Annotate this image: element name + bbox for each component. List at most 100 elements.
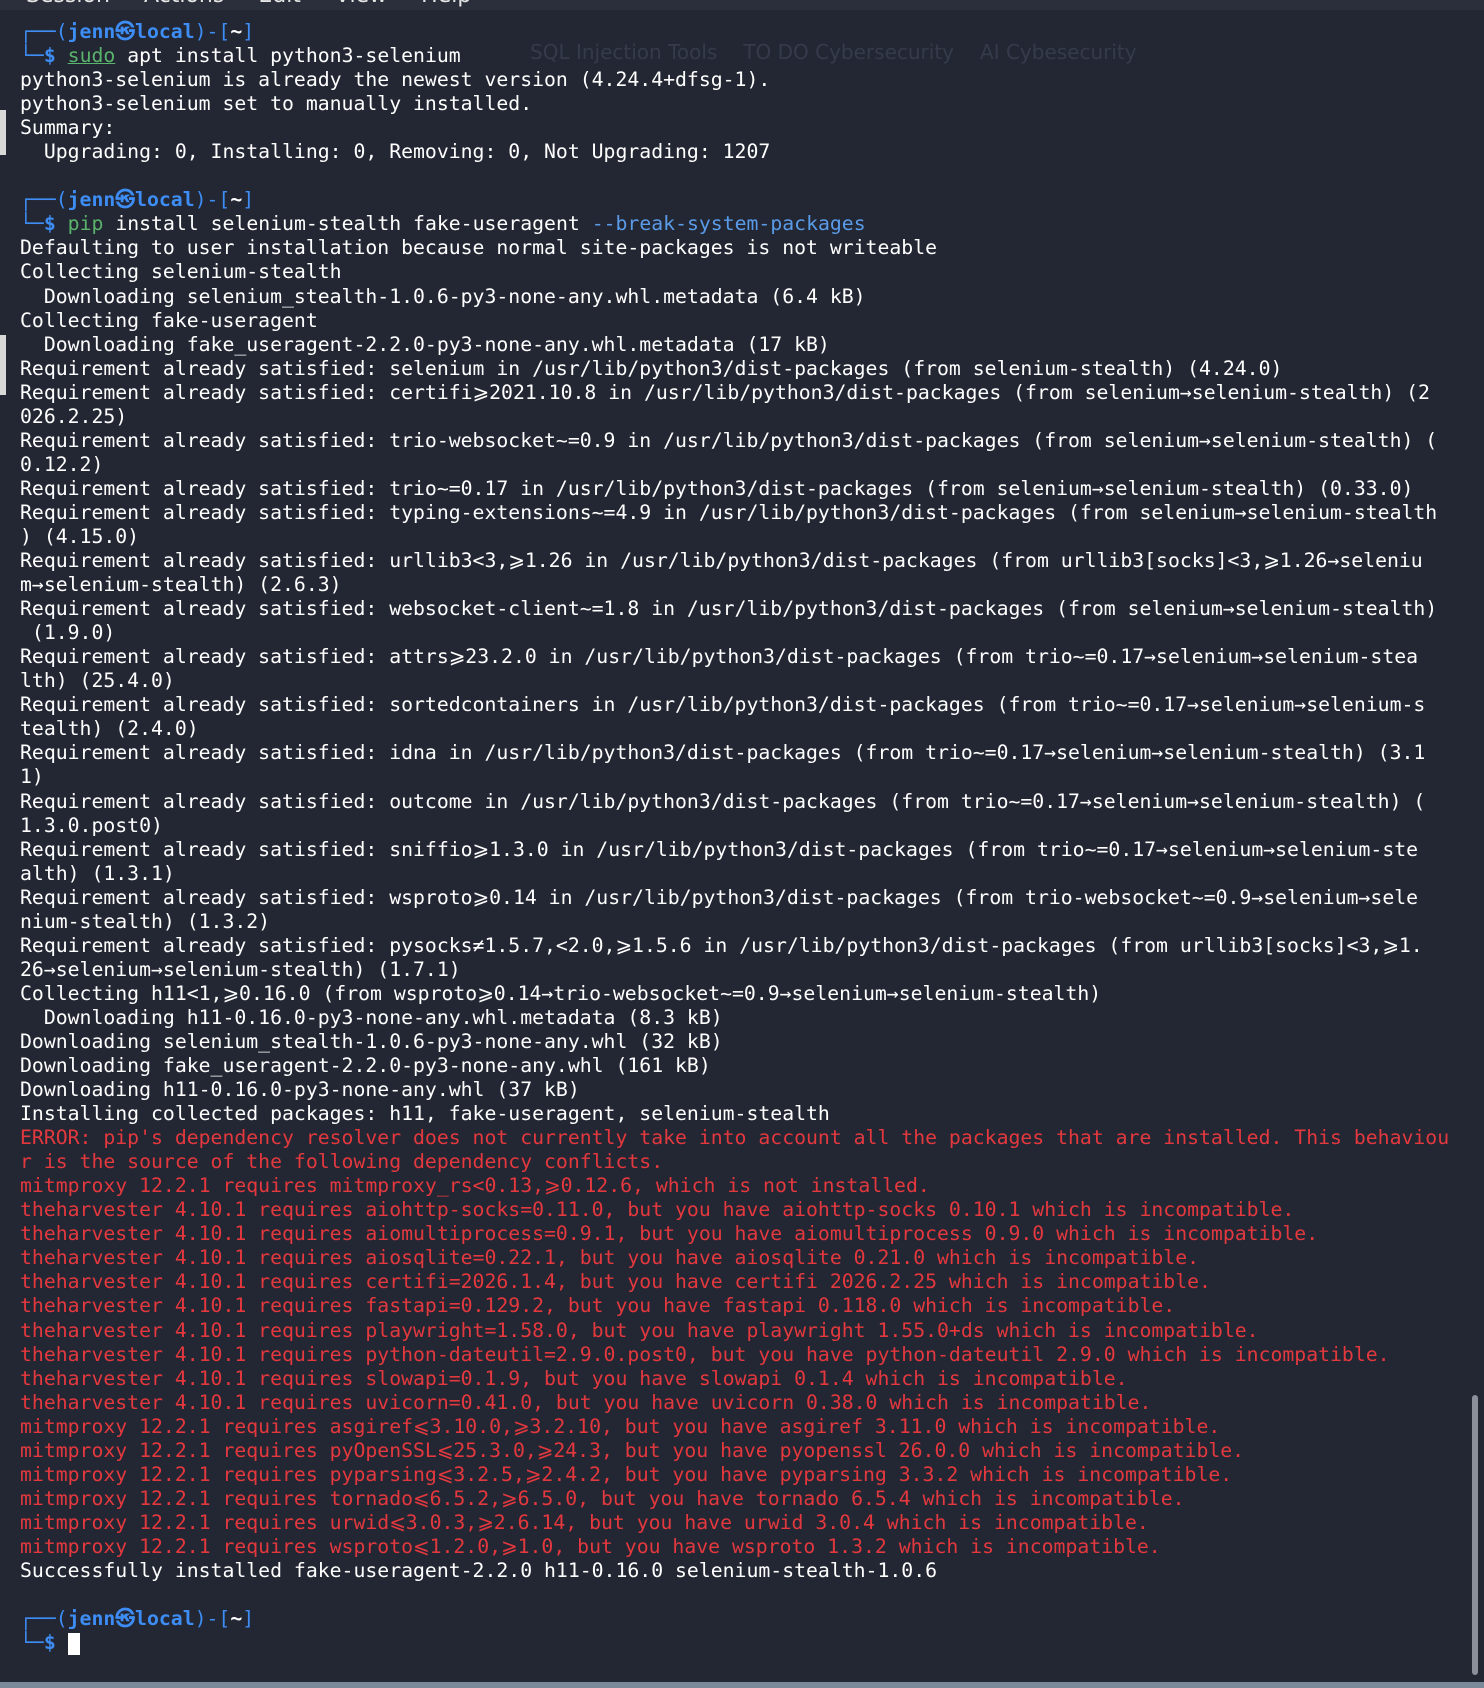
error-line: ERROR: pip's dependency resolver does no…	[20, 1126, 1450, 1150]
left-edge-panel	[0, 335, 6, 395]
command-name: pip	[67, 212, 104, 236]
output-line: Downloading fake_useragent-2.2.0-py3-non…	[20, 332, 830, 356]
output-line: Defaulting to user installation because …	[20, 236, 938, 260]
output-line: Upgrading: 0, Installing: 0, Removing: 0…	[20, 140, 771, 164]
output-line: lth) (25.4.0)	[20, 669, 175, 693]
output-line: Requirement already satisfied: urllib3<3…	[20, 549, 1423, 573]
output-line: Installing collected packages: h11, fake…	[20, 1102, 830, 1126]
output-line: Requirement already satisfied: trio-webs…	[20, 428, 1438, 452]
error-line: theharvester 4.10.1 requires aiosqlite=0…	[20, 1246, 1200, 1270]
prompt-user-host: jenn㉿local	[67, 188, 195, 212]
output-line: python3-selenium set to manually install…	[20, 92, 533, 116]
prompt-dollar: $	[43, 1631, 56, 1655]
text-cursor[interactable]	[67, 1632, 80, 1655]
output-line: alth) (1.3.1)	[20, 861, 175, 885]
output-line: python3-selenium is already the newest v…	[20, 68, 771, 92]
output-line: Requirement already satisfied: trio~=0.1…	[20, 476, 1414, 500]
output-line: Downloading selenium_stealth-1.0.6-py3-n…	[20, 1029, 723, 1053]
command-name: sudo	[67, 44, 116, 68]
output-line: Collecting h11<1,⩾0.16.0 (from wsproto⩾0…	[20, 981, 1102, 1005]
prompt-bracket: ]	[242, 188, 255, 212]
output-line: Requirement already satisfied: attrs⩾23.…	[20, 645, 1419, 669]
output-line: nium-stealth) (1.3.2)	[20, 909, 271, 933]
prompt-bracket: )-[	[194, 188, 231, 212]
output-line: Requirement already satisfied: typing-ex…	[20, 500, 1438, 524]
prompt-dollar: $	[43, 44, 56, 68]
prompt-corner: ┌──(	[20, 20, 68, 43]
output-line: Requirement already satisfied: pysocks≠1…	[20, 933, 1423, 957]
prompt-corner: ┌──(	[20, 188, 68, 212]
error-line: mitmproxy 12.2.1 requires pyOpenSSL⩽25.3…	[20, 1438, 1245, 1462]
terminal-window: SessionActionsEditViewHelp SQL Injection…	[0, 0, 1484, 1688]
output-line: 026.2.25)	[20, 404, 128, 428]
output-line: Downloading selenium_stealth-1.0.6-py3-n…	[20, 284, 866, 308]
prompt-corner: └─	[20, 1631, 44, 1655]
output-line: Requirement already satisfied: selenium …	[20, 356, 1283, 380]
scrollbar-thumb[interactable]	[1472, 1395, 1478, 1675]
error-line: theharvester 4.10.1 requires python-date…	[20, 1342, 1390, 1366]
error-line: theharvester 4.10.1 requires playwright=…	[20, 1318, 1259, 1342]
output-line: 26→selenium→selenium-stealth) (1.7.1)	[20, 957, 461, 981]
prompt-bracket: ]	[242, 1607, 255, 1631]
prompt-dollar: $	[43, 212, 56, 236]
command-line[interactable]: └─$	[20, 1631, 1470, 1655]
output-line: Requirement already satisfied: outcome i…	[20, 789, 1426, 813]
output-line: 1)	[20, 765, 44, 789]
prompt-corner: └─	[20, 44, 44, 68]
menu-item-help[interactable]: Help	[421, 0, 471, 10]
prompt-user-host: jenn㉿local	[67, 1607, 195, 1631]
output-line: (1.9.0)	[20, 621, 116, 645]
prompt-user-host: jenn㉿local	[67, 20, 195, 43]
output-line: 1.3.0.post0)	[20, 813, 163, 837]
prompt-header: ┌──(jenn㉿local)-[~]	[20, 188, 1470, 212]
error-line: mitmproxy 12.2.1 requires mitmproxy_rs<0…	[20, 1174, 930, 1198]
prompt-bracket: ]	[242, 20, 255, 43]
menu-bar: Session Actions Edit View Help	[0, 0, 1484, 10]
prompt-bracket: )-[	[194, 1607, 231, 1631]
prompt-header: ┌──(jenn㉿local)-[~]	[20, 20, 1470, 44]
output-line: m→selenium-stealth) (2.6.3)	[20, 573, 342, 597]
output-line: Requirement already satisfied: websocket…	[20, 597, 1438, 621]
prompt-directory: ~	[230, 20, 243, 43]
menu-item-actions[interactable]: Actions	[144, 0, 224, 10]
prompt-corner: └─	[20, 212, 44, 236]
menu-item-view[interactable]: View	[335, 0, 387, 10]
output-line: Requirement already satisfied: wsproto⩾0…	[20, 885, 1419, 909]
command-args: apt install python3-selenium	[115, 44, 461, 68]
prompt-directory: ~	[230, 1607, 243, 1631]
prompt-directory: ~	[230, 188, 243, 212]
output-line: Downloading h11-0.16.0-py3-none-any.whl …	[20, 1078, 580, 1102]
command-option: --break-system-packages	[591, 212, 866, 236]
output-line: Downloading h11-0.16.0-py3-none-any.whl.…	[20, 1005, 723, 1029]
error-line: r is the source of the following depende…	[20, 1150, 664, 1174]
output-line: ) (4.15.0)	[20, 524, 140, 548]
output-line: Requirement already satisfied: sniffio⩾1…	[20, 837, 1419, 861]
error-line: mitmproxy 12.2.1 requires tornado⩽6.5.2,…	[20, 1486, 1185, 1510]
output-line: Requirement already satisfied: sortedcon…	[20, 693, 1426, 717]
error-line: mitmproxy 12.2.1 requires asgiref⩽3.10.0…	[20, 1414, 1221, 1438]
menu-item-session[interactable]: Session	[26, 0, 110, 10]
prompt-bracket: )-[	[194, 20, 231, 43]
error-line: mitmproxy 12.2.1 requires urwid⩽3.0.3,⩾2…	[20, 1510, 1149, 1534]
prompt-corner: ┌──(	[20, 1607, 68, 1631]
output-line: Successfully installed fake-useragent-2.…	[20, 1559, 938, 1582]
output-line: Requirement already satisfied: idna in /…	[20, 741, 1426, 765]
window-bottom-edge	[0, 1682, 1484, 1688]
command-line[interactable]: └─$ pip install selenium-stealth fake-us…	[20, 212, 1470, 236]
error-line: theharvester 4.10.1 requires certifi=202…	[20, 1270, 1211, 1294]
output-line: Summary:	[20, 116, 116, 140]
output-line: Collecting fake-useragent	[20, 308, 318, 332]
menu-item-edit[interactable]: Edit	[258, 0, 301, 10]
error-line: theharvester 4.10.1 requires fastapi=0.1…	[20, 1294, 1176, 1318]
error-line: theharvester 4.10.1 requires aiohttp-soc…	[20, 1198, 1295, 1222]
command-line[interactable]: └─$ sudo apt install python3-selenium	[20, 44, 1470, 68]
prompt-header: ┌──(jenn㉿local)-[~]	[20, 1607, 1470, 1631]
error-line: theharvester 4.10.1 requires slowapi=0.1…	[20, 1366, 1128, 1390]
error-line: mitmproxy 12.2.1 requires pyparsing⩽3.2.…	[20, 1462, 1233, 1486]
error-line: mitmproxy 12.2.1 requires wsproto⩽1.2.0,…	[20, 1534, 1161, 1558]
output-line: Collecting selenium-stealth	[20, 260, 342, 284]
terminal-output[interactable]: ┌──(jenn㉿local)-[~] └─$ sudo apt install …	[20, 20, 1470, 1670]
output-line: tealth) (2.4.0)	[20, 717, 199, 741]
